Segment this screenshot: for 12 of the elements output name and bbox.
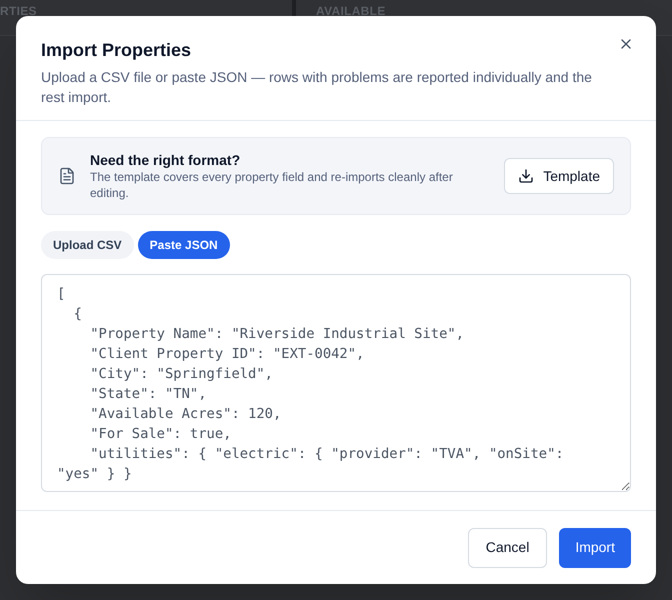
tab[interactable]: Paste JSON: [138, 231, 230, 259]
dialog-title: Import Properties: [41, 39, 192, 62]
import-button[interactable]: Import: [559, 528, 631, 568]
cancel-button[interactable]: Cancel: [468, 528, 548, 568]
dialog-description: Upload a CSV file or paste JSON — rows with problems are reported individually and the rest import.: [41, 68, 593, 107]
template-button[interactable]: Template: [504, 158, 614, 194]
json-input[interactable]: [ { "Property Name": "Riverside Industrial Site", "Client Property ID": "EXT-0042", "City": "Springfield", "State": "TN", "Available Acres": 120, "For Sale": true, "utilities": { "electric": { "provider": "TVA", "onSite": "yes" } }: [41, 274, 631, 492]
download-icon: [518, 168, 534, 184]
document-icon: [58, 167, 76, 185]
notice-text: The template covers every property field and re-imports cleanly after editing.: [90, 169, 454, 201]
notice-title: Need the right format?: [90, 151, 242, 169]
tab[interactable]: Upload CSV: [41, 231, 134, 259]
